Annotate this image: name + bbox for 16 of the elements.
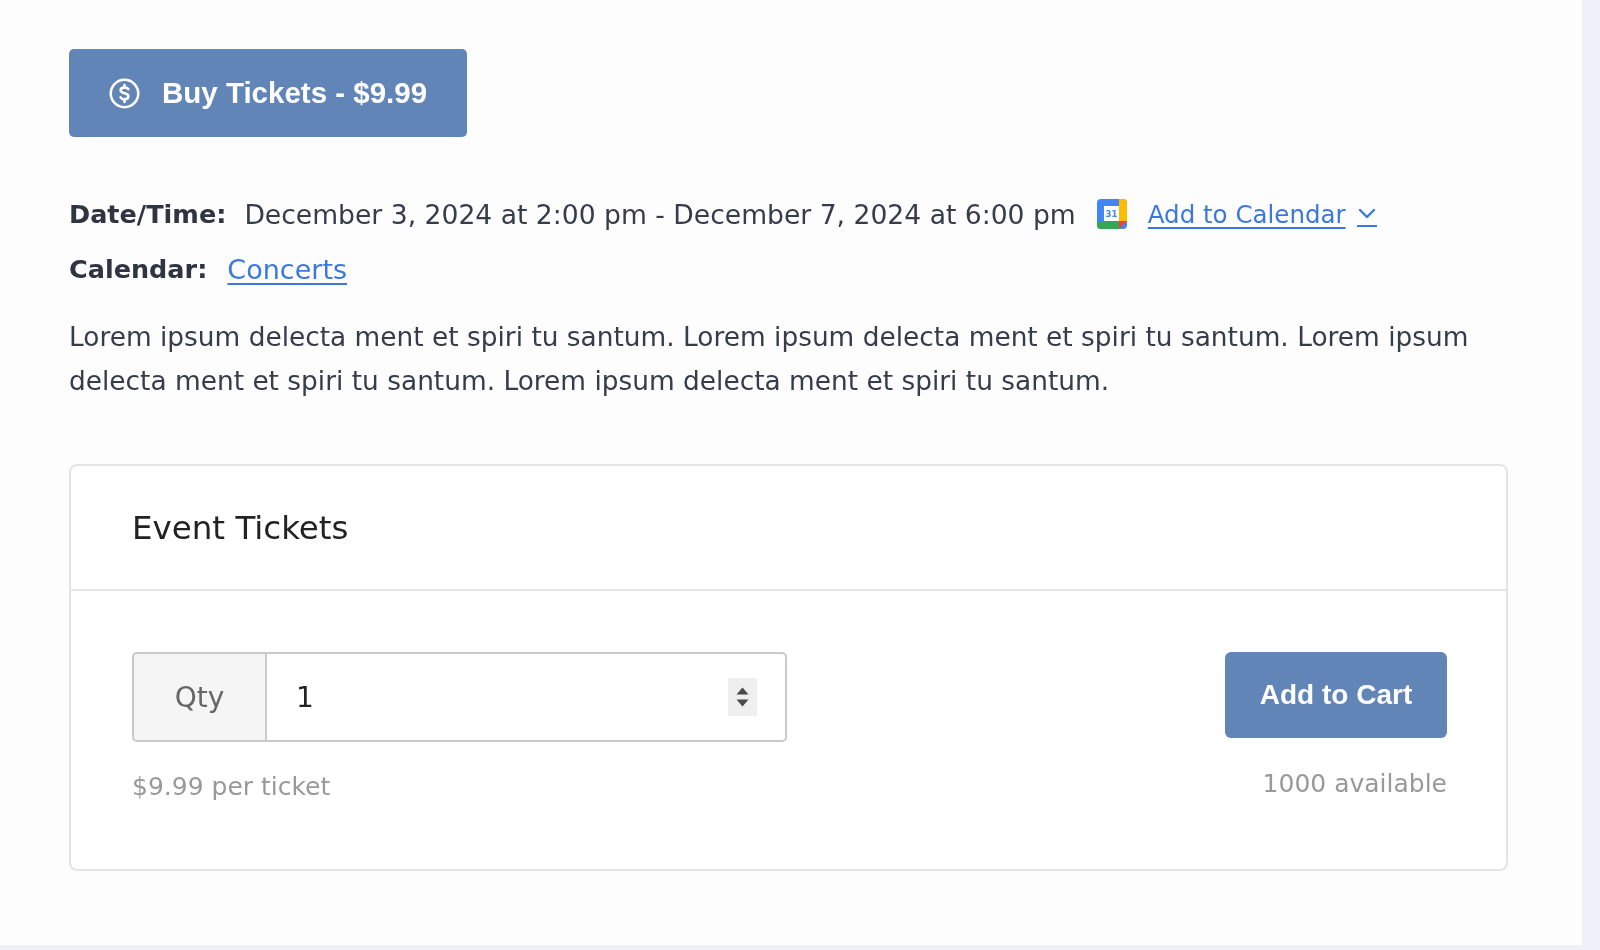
quantity-field[interactable]: 1 [265, 652, 787, 742]
event-description: Lorem ipsum delecta ment et spiri tu santum. Lorem ipsum delecta ment et spiri tu santum. Lorem ipsum delecta ment et spiri tu santum. Lorem ipsum delecta ment et spiri tu santum. [69, 320, 1470, 398]
stepper-icon[interactable] [728, 678, 757, 716]
buy-tickets-button[interactable]: Buy Tickets - $9.99 [69, 49, 468, 137]
calendar-link[interactable]: Concerts [227, 253, 348, 285]
card-title: Event Tickets [132, 508, 349, 547]
detail-value: December 3, 2024 at 2:00 pm - December 7, 2024 at 6:00 pm [244, 198, 1076, 230]
dollar-circle-icon [109, 77, 140, 109]
detail-label: Date/Time: [69, 199, 227, 229]
calendar-icon: 31 [1096, 199, 1127, 229]
add-to-calendar-link[interactable]: Add to Calendar [1147, 199, 1377, 229]
detail-label: Calendar: [69, 254, 208, 284]
availability-text: 1000 available [1262, 768, 1447, 800]
quantity-label: Qty [132, 652, 265, 742]
price-note: $9.99 per ticket [132, 771, 331, 803]
add-to-cart-button[interactable]: Add to Cart [1225, 652, 1447, 738]
